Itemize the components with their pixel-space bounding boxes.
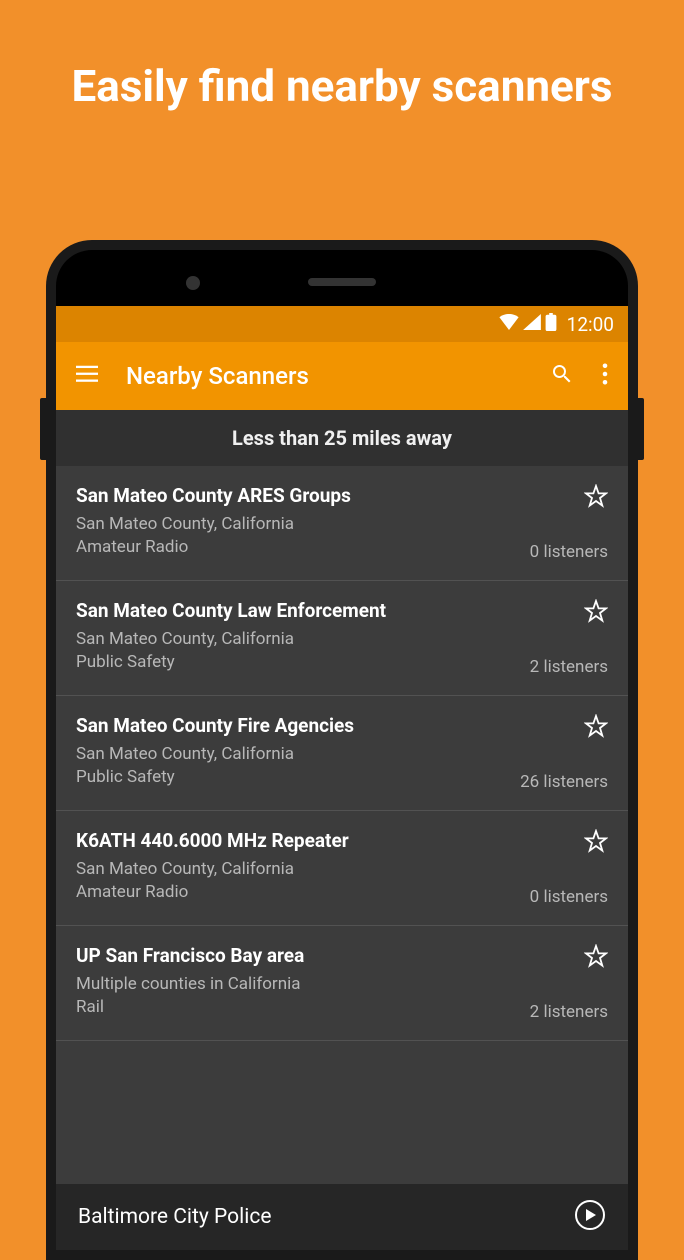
item-location: San Mateo County, California <box>76 743 506 766</box>
item-category: Amateur Radio <box>76 881 516 904</box>
signal-icon <box>523 314 541 334</box>
item-title: San Mateo County Law Enforcement <box>76 599 516 622</box>
more-icon[interactable] <box>602 363 608 389</box>
list-item[interactable]: San Mateo County Law Enforcement San Mat… <box>56 581 628 696</box>
section-header: Less than 25 miles away <box>56 410 628 466</box>
scanner-list[interactable]: San Mateo County ARES Groups San Mateo C… <box>56 466 628 1184</box>
phone-side-button-right <box>638 398 644 460</box>
item-listeners: 26 listeners <box>520 772 608 792</box>
item-listeners: 0 listeners <box>530 887 608 907</box>
item-listeners: 0 listeners <box>530 542 608 562</box>
star-icon[interactable] <box>584 599 608 627</box>
phone-camera <box>186 276 200 290</box>
star-icon[interactable] <box>584 829 608 857</box>
item-location: San Mateo County, California <box>76 513 516 536</box>
battery-icon <box>545 313 557 335</box>
phone-speaker <box>308 278 376 286</box>
play-icon[interactable] <box>574 1199 606 1235</box>
item-category: Rail <box>76 996 516 1019</box>
star-icon[interactable] <box>584 714 608 742</box>
item-location: Multiple counties in California <box>76 973 516 996</box>
list-item[interactable]: San Mateo County Fire Agencies San Mateo… <box>56 696 628 811</box>
star-icon[interactable] <box>584 484 608 512</box>
item-location: San Mateo County, California <box>76 858 516 881</box>
phone-side-button-left <box>40 398 46 460</box>
item-listeners: 2 listeners <box>530 1002 608 1022</box>
item-location: San Mateo County, California <box>76 628 516 651</box>
now-playing-bar[interactable]: Baltimore City Police <box>56 1184 628 1250</box>
star-icon[interactable] <box>584 944 608 972</box>
item-listeners: 2 listeners <box>530 657 608 677</box>
item-title: San Mateo County Fire Agencies <box>76 714 506 737</box>
now-playing-title: Baltimore City Police <box>78 1205 560 1229</box>
item-title: San Mateo County ARES Groups <box>76 484 516 507</box>
status-bar: 12:00 <box>56 306 628 342</box>
wifi-icon <box>499 314 519 334</box>
item-title: K6ATH 440.6000 MHz Repeater <box>76 829 516 852</box>
phone-frame: 12:00 Nearby Scanners Less than 25 miles… <box>46 240 638 1260</box>
status-time: 12:00 <box>567 313 614 336</box>
search-icon[interactable] <box>550 362 574 390</box>
item-category: Public Safety <box>76 651 516 674</box>
item-category: Public Safety <box>76 766 506 789</box>
list-item[interactable]: K6ATH 440.6000 MHz Repeater San Mateo Co… <box>56 811 628 926</box>
menu-icon[interactable] <box>76 365 98 387</box>
promo-title: Easily find nearby scanners <box>0 0 684 153</box>
list-item[interactable]: UP San Francisco Bay area Multiple count… <box>56 926 628 1041</box>
item-title: UP San Francisco Bay area <box>76 944 516 967</box>
item-category: Amateur Radio <box>76 536 516 559</box>
list-item[interactable]: San Mateo County ARES Groups San Mateo C… <box>56 466 628 581</box>
app-bar: Nearby Scanners <box>56 342 628 410</box>
app-bar-title: Nearby Scanners <box>126 362 522 390</box>
